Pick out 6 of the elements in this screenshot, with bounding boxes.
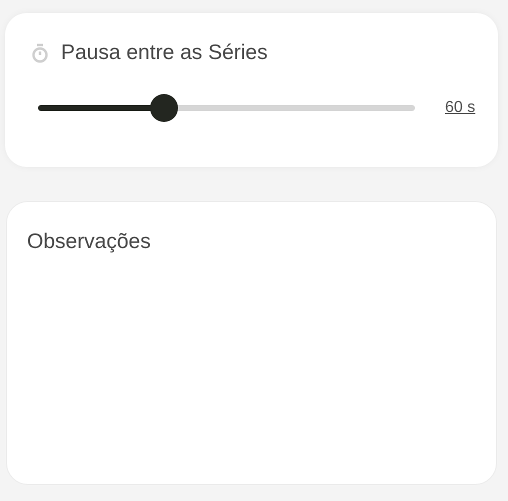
slider[interactable] <box>38 94 415 122</box>
slider-value: 60 s <box>445 98 476 118</box>
card-title: Pausa entre as Séries <box>61 40 268 66</box>
slider-thumb[interactable] <box>150 94 178 122</box>
card-title: Observações <box>27 230 151 253</box>
stopwatch-icon <box>31 42 49 63</box>
